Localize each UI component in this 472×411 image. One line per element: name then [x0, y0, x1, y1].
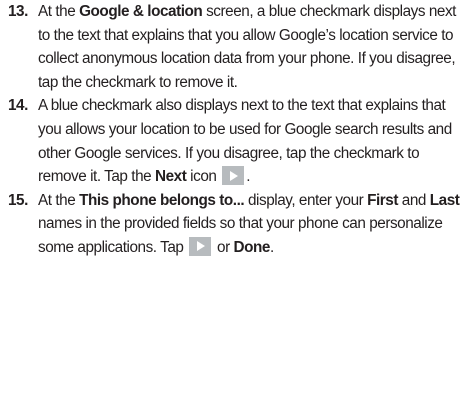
next-label: Next — [155, 168, 187, 186]
step-13: 13. At the Google & location screen, a b… — [0, 0, 464, 94]
step-14: 14. A blue checkmark also displays next … — [0, 94, 464, 188]
screen-name-this-phone-belongs-to: This phone belongs to... — [79, 191, 245, 209]
screen-name-google-location: Google & location — [79, 3, 203, 20]
step-number: 14. — [8, 97, 28, 115]
step-list: 13. At the Google & location screen, a b… — [0, 0, 464, 260]
manual-page: 13. At the Google & location screen, a b… — [0, 0, 472, 411]
step-number: 13. — [8, 3, 28, 20]
step-number: 15. — [8, 191, 28, 209]
step-15: 15. At the This phone belongs to... disp… — [0, 189, 464, 260]
next-arrow-icon — [189, 236, 212, 256]
next-arrow-icon — [222, 166, 245, 186]
last-name-label: Last — [429, 191, 460, 209]
step-text: At the Google & location screen, a blue … — [38, 3, 456, 91]
done-label: Done — [233, 238, 271, 256]
step-text: A blue checkmark also displays next to t… — [38, 97, 452, 186]
step-text: At the This phone belongs to... display,… — [38, 191, 460, 256]
first-name-label: First — [367, 191, 398, 209]
